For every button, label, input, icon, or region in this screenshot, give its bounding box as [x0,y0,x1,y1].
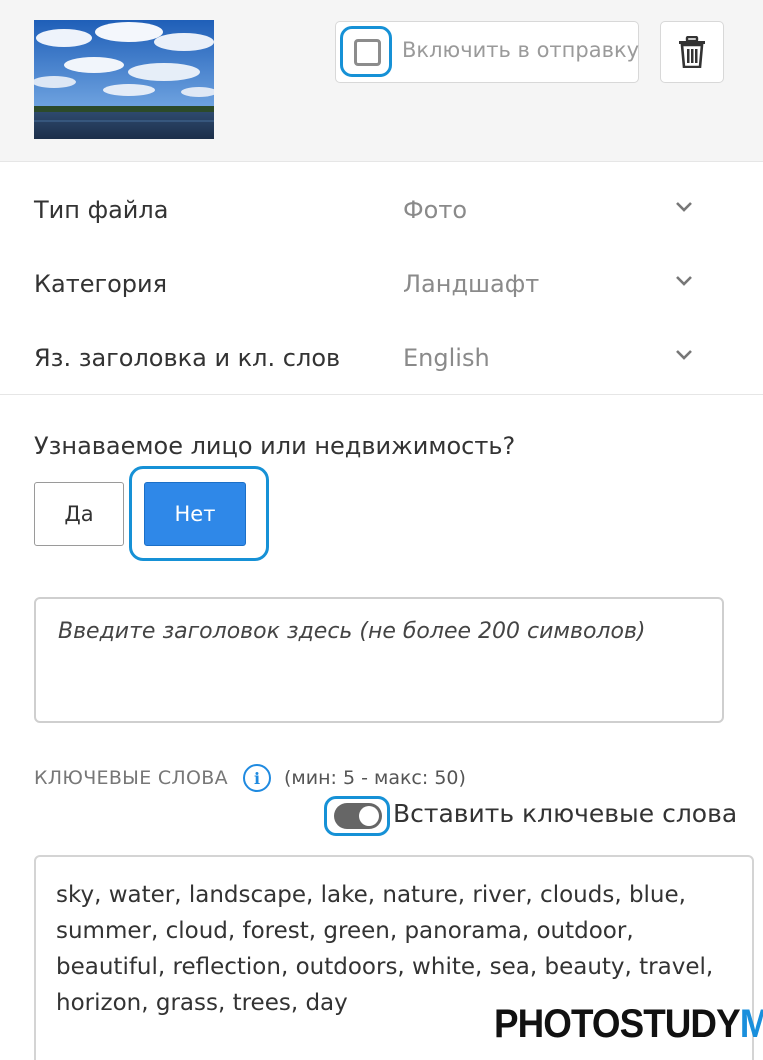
image-thumbnail[interactable] [34,20,214,139]
file-type-label: Тип файла [34,196,169,224]
yes-button[interactable]: Да [34,482,124,546]
chevron-down-icon[interactable] [674,348,694,362]
watermark-logo: PHOTOSTUDYME [494,1002,763,1047]
category-value[interactable]: Ландшафт [403,270,539,298]
category-label: Категория [34,270,168,298]
chevron-down-icon[interactable] [674,200,694,214]
language-value[interactable]: English [403,344,490,372]
watermark-part-1: PHOTOSTUDY [494,1002,741,1046]
section-divider [0,394,763,395]
title-input[interactable]: Введите заголовок здесь (не более 200 си… [34,597,724,723]
landscape-image [34,20,214,139]
chevron-down-icon[interactable] [674,274,694,288]
watermark-part-2: ME [740,1002,763,1046]
include-label: Включить в отправку [402,38,640,62]
no-button[interactable]: Нет [144,482,246,546]
category-row[interactable]: Категория Ландшафт [0,242,763,316]
image-header: Включить в отправку [0,0,763,162]
language-row[interactable]: Яз. заголовка и кл. слов English [0,316,763,390]
trash-icon [679,36,705,68]
paste-keywords-label: Вставить ключевые слова [393,799,738,828]
language-label: Яз. заголовка и кл. слов [34,344,341,372]
keywords-label: КЛЮЧЕВЫЕ СЛОВА [34,767,228,789]
recognizable-question: Узнаваемое лицо или недвижимость? [34,432,516,460]
delete-button[interactable] [660,21,724,83]
keywords-range: (мин: 5 - макс: 50) [284,767,466,789]
paste-keywords-toggle[interactable] [334,803,382,829]
file-type-value[interactable]: Фото [403,196,467,224]
toggle-knob [359,806,379,826]
include-checkbox[interactable] [354,39,381,66]
info-icon[interactable]: i [243,764,271,792]
file-type-row[interactable]: Тип файла Фото [0,168,763,242]
